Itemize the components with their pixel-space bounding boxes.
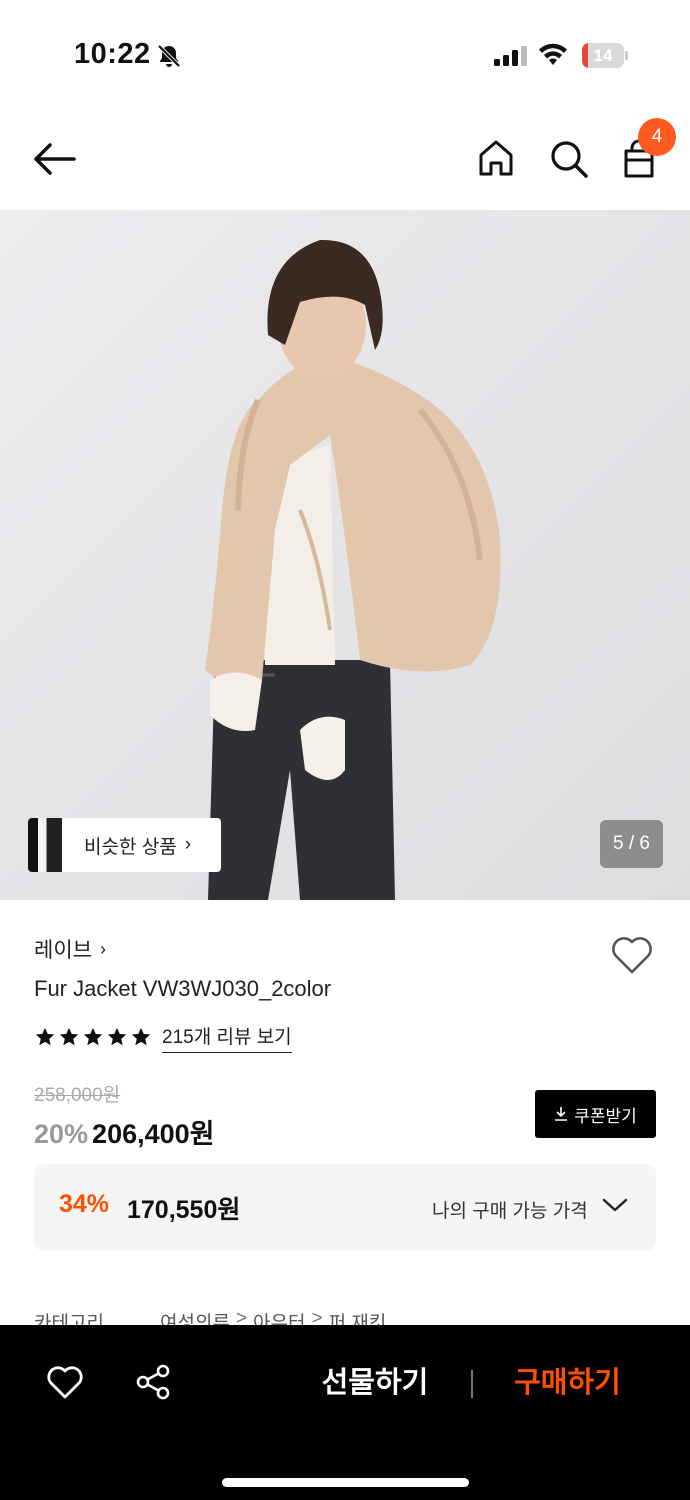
discount-rate: 20%: [34, 1119, 89, 1149]
home-indicator: [222, 1478, 469, 1487]
status-time: 10:22: [74, 38, 151, 70]
status-bar: 10:22 14: [0, 0, 690, 110]
divider: [471, 1370, 473, 1398]
star-icon: [107, 1027, 127, 1046]
rating-row: 215개 리뷰 보기: [34, 1022, 292, 1053]
product-photo-illustration: [205, 239, 501, 900]
battery-level: 14: [593, 46, 613, 65]
wifi-icon: [539, 43, 567, 65]
back-arrow-icon[interactable]: [30, 138, 80, 180]
star-rating: [34, 1026, 152, 1048]
chevron-right-icon: ›: [184, 834, 192, 855]
sale-price-row: 20% 206,400원: [34, 1112, 215, 1151]
star-icon: [59, 1027, 79, 1046]
cellular-signal-icon: [494, 46, 527, 66]
search-icon[interactable]: [546, 136, 590, 180]
cart-count-badge: 4: [638, 118, 676, 156]
similar-product-thumbnail: [28, 818, 62, 872]
battery-icon: 14: [582, 43, 628, 68]
gift-button[interactable]: 선물하기: [310, 1363, 440, 1403]
buy-button[interactable]: 구매하기: [500, 1363, 635, 1403]
get-coupon-button[interactable]: 쿠폰받기: [535, 1090, 656, 1138]
my-discount-rate: 34%: [59, 1190, 110, 1218]
similar-products-label: 비슷한 상품: [84, 836, 177, 858]
heart-icon[interactable]: [45, 1365, 85, 1401]
chevron-down-icon: [602, 1198, 628, 1212]
star-icon: [83, 1027, 103, 1046]
bottom-action-bar: 선물하기 구매하기: [0, 1325, 690, 1500]
download-icon: [555, 1107, 568, 1121]
brand-name: 레이브: [34, 939, 92, 962]
home-icon[interactable]: [474, 136, 518, 180]
my-best-price-toggle[interactable]: 34% 170,550원 나의 구매 가능 가격: [34, 1164, 656, 1251]
brand-link[interactable]: 레이브 ›: [34, 934, 106, 964]
wishlist-heart-icon[interactable]: [608, 934, 656, 976]
reviews-link[interactable]: 215개 리뷰 보기: [162, 1022, 292, 1053]
chevron-right-icon: ›: [99, 938, 106, 959]
bell-slash-icon: [157, 44, 181, 68]
my-price-label: 나의 구매 가능 가격: [432, 1201, 588, 1222]
similar-products-button[interactable]: 비슷한 상품 ›: [28, 818, 221, 872]
coupon-label: 쿠폰받기: [574, 1106, 637, 1126]
sale-price: 206,400원: [92, 1119, 215, 1149]
star-icon: [131, 1027, 151, 1046]
product-name: Fur Jacket VW3WJ030_2color: [34, 976, 332, 1001]
top-nav-bar: [0, 110, 690, 210]
original-price: 258,000원: [34, 1085, 121, 1106]
image-page-indicator: 5 / 6: [600, 820, 663, 868]
star-icon: [35, 1027, 55, 1046]
my-best-price: 170,550원: [127, 1196, 241, 1224]
product-image[interactable]: [0, 210, 690, 900]
share-icon[interactable]: [134, 1363, 172, 1401]
